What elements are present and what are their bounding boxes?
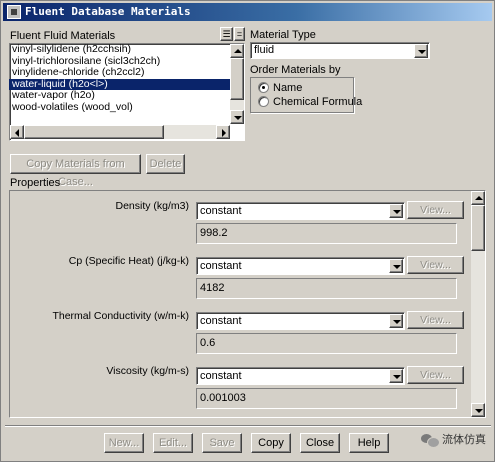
material-type-label: Material Type <box>250 29 316 41</box>
list-item[interactable]: wood-volatiles (wood_vol) <box>9 102 230 114</box>
chevron-down-icon <box>393 320 401 324</box>
properties-scroll-thumb[interactable] <box>471 205 485 251</box>
density-view-button[interactable]: View... <box>407 201 464 219</box>
watermark: 流体仿真 <box>421 431 486 449</box>
properties-label: Properties <box>10 177 61 189</box>
chevron-down-icon <box>393 265 401 269</box>
thermal-conductivity-value-field[interactable]: 0.6 <box>196 333 457 354</box>
window-title: Fluent Database Materials <box>25 5 191 18</box>
help-button[interactable]: Help <box>349 433 389 453</box>
order-formula-radio[interactable] <box>258 96 269 107</box>
viscosity-dropdown-button[interactable] <box>389 369 403 383</box>
viscosity-method-dropdown[interactable]: constant <box>196 367 405 385</box>
arrow-up-icon <box>234 49 242 53</box>
properties-scrollbar[interactable] <box>471 191 485 417</box>
scroll-up-button[interactable] <box>230 44 244 58</box>
list-item[interactable]: vinyl-silylidene (h2cchsih) <box>9 44 230 56</box>
edit-button[interactable]: Edit... <box>153 433 193 453</box>
cp-view-button[interactable]: View... <box>407 256 464 274</box>
chevron-down-icon <box>393 375 401 379</box>
new-button[interactable]: New... <box>104 433 144 453</box>
fluid-materials-label: Fluent Fluid Materials <box>10 30 116 42</box>
arrow-right-icon <box>222 129 226 137</box>
list-item-selected[interactable]: water-liquid (h2o<l>) <box>9 78 230 90</box>
fluent-database-materials-window: Fluent Database Materials Fluent Fluid M… <box>0 0 495 462</box>
scroll-right-button[interactable] <box>216 125 230 139</box>
density-label: Density (kg/m3) <box>115 200 189 212</box>
properties-panel: Density (kg/m3) constant View... 998.2 C… <box>9 190 486 418</box>
density-method-value: constant <box>200 205 242 217</box>
thermal-conductivity-method-dropdown[interactable]: constant <box>196 312 405 330</box>
cp-value-field[interactable]: 4182 <box>196 278 457 299</box>
arrow-down-icon <box>234 116 242 120</box>
cp-dropdown-button[interactable] <box>389 259 403 273</box>
wechat-icon <box>421 433 440 449</box>
thermal-conductivity-method-value: constant <box>200 315 242 327</box>
scroll-thumb[interactable] <box>230 58 244 100</box>
scroll-left-button[interactable] <box>10 125 24 139</box>
viscosity-method-value: constant <box>200 370 242 382</box>
list-equals-icon: = <box>236 29 243 39</box>
arrow-left-icon <box>15 129 19 137</box>
thermal-conductivity-dropdown-button[interactable] <box>389 314 403 328</box>
save-button[interactable]: Save <box>202 433 242 453</box>
viscosity-view-button[interactable]: View... <box>407 366 464 384</box>
footer-separator <box>5 425 491 427</box>
density-method-dropdown[interactable]: constant <box>196 202 405 220</box>
arrow-up-icon <box>475 196 483 200</box>
thermal-conductivity-label: Thermal Conductivity (w/m-k) <box>52 310 189 322</box>
viscosity-label: Viscosity (kg/m-s) <box>106 365 189 377</box>
list-item[interactable]: vinyl-trichlorosilane (sicl3ch2ch) <box>9 56 230 68</box>
cp-method-value: constant <box>200 260 242 272</box>
list-deselect-button[interactable]: = <box>234 27 245 41</box>
density-dropdown-button[interactable] <box>389 204 403 218</box>
cp-label: Cp (Specific Heat) (j/kg-k) <box>68 255 189 267</box>
title-bar: Fluent Database Materials <box>3 3 492 21</box>
material-type-dropdown[interactable]: fluid <box>250 42 430 59</box>
properties-scroll-down-button[interactable] <box>471 403 485 417</box>
density-value-field[interactable]: 998.2 <box>196 223 457 244</box>
viscosity-value-field[interactable]: 0.001003 <box>196 388 457 409</box>
scroll-h-thumb[interactable] <box>24 125 164 139</box>
chevron-down-icon <box>393 210 401 214</box>
copy-button[interactable]: Copy <box>251 433 291 453</box>
close-button[interactable]: Close <box>300 433 340 453</box>
list-item[interactable]: vinylidene-chloride (ch2ccl2) <box>9 67 230 79</box>
list-lines-icon: ☰ <box>222 29 231 39</box>
delete-button[interactable]: Delete <box>146 154 185 174</box>
order-name-label[interactable]: Name <box>273 82 302 94</box>
window-icon <box>7 5 21 19</box>
fluid-materials-items: vinyl-silylidene (h2cchsih) vinyl-trichl… <box>9 44 230 124</box>
material-type-dropdown-button[interactable] <box>414 44 428 58</box>
list-select-all-button[interactable]: ☰ <box>220 27 233 41</box>
list-item[interactable]: water-vapor (h2o) <box>9 90 230 102</box>
copy-materials-from-case-button[interactable]: Copy Materials from Case... <box>10 154 141 188</box>
watermark-text: 流体仿真 <box>442 434 486 446</box>
list-horizontal-scrollbar[interactable] <box>10 125 230 139</box>
list-vertical-scrollbar[interactable] <box>230 44 244 124</box>
scroll-down-button[interactable] <box>230 110 244 124</box>
order-name-radio[interactable] <box>258 82 269 93</box>
cp-method-dropdown[interactable]: constant <box>196 257 405 275</box>
thermal-conductivity-view-button[interactable]: View... <box>407 311 464 329</box>
arrow-down-icon <box>475 409 483 413</box>
properties-scroll-up-button[interactable] <box>471 191 485 205</box>
chevron-down-icon <box>418 50 426 54</box>
order-materials-label: Order Materials by <box>250 64 341 76</box>
order-formula-label[interactable]: Chemical Formula <box>273 96 362 108</box>
material-type-value: fluid <box>254 44 275 56</box>
